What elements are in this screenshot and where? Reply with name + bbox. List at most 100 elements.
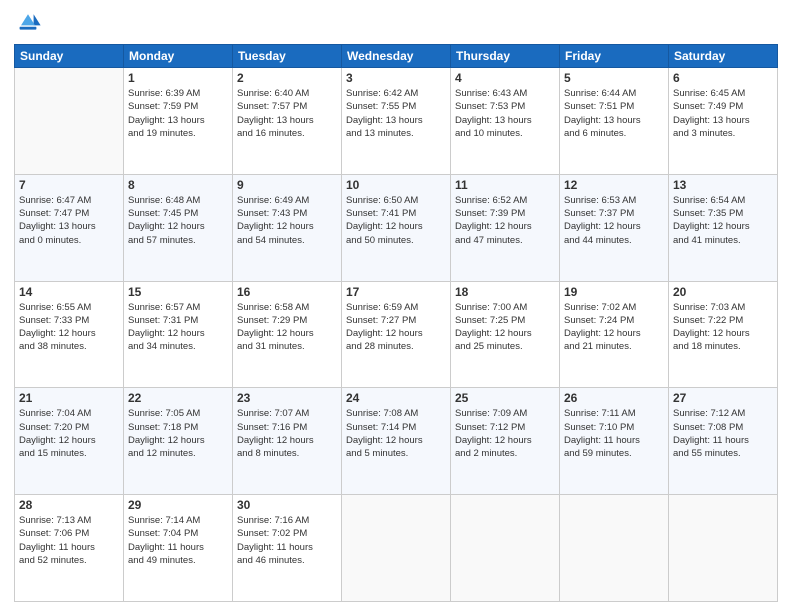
day-number: 17: [346, 285, 446, 299]
calendar-cell: 20Sunrise: 7:03 AM Sunset: 7:22 PM Dayli…: [669, 281, 778, 388]
calendar-cell: 3Sunrise: 6:42 AM Sunset: 7:55 PM Daylig…: [342, 68, 451, 175]
day-number: 5: [564, 71, 664, 85]
day-number: 15: [128, 285, 228, 299]
calendar-cell: 21 Sunrise: 7:04 AM Sunset: 7:20 PM Dayli…: [15, 388, 124, 495]
day-info: Sunrise: 6:47 AM Sunset: 7:47 PM Dayligh…: [19, 194, 119, 247]
day-number: 9: [237, 178, 337, 192]
day-number: 26: [564, 391, 664, 405]
logo-icon: [14, 10, 42, 38]
day-number: 6: [673, 71, 773, 85]
calendar-cell: [342, 495, 451, 602]
calendar-week-row: 14 Sunrise: 6:55 AM Sunset: 7:33 PM Dayli…: [15, 281, 778, 388]
weekday-header-row: SundayMondayTuesdayWednesdayThursdayFrid…: [15, 45, 778, 68]
calendar-cell: 18 Sunrise: 7:00 AM Sunset: 7:25 PM Dayli…: [451, 281, 560, 388]
day-number: 27: [673, 391, 773, 405]
calendar-table: SundayMondayTuesdayWednesdayThursdayFrid…: [14, 44, 778, 602]
calendar-week-row: 1 Sunrise: 6:39 AM Sunset: 7:59 PM Daylig…: [15, 68, 778, 175]
day-number: 12: [564, 178, 664, 192]
day-number: 18: [455, 285, 555, 299]
calendar-cell: 2 Sunrise: 6:40 AM Sunset: 7:57 PM Daylig…: [233, 68, 342, 175]
weekday-header-sunday: Sunday: [15, 45, 124, 68]
calendar-week-row: 7 Sunrise: 6:47 AM Sunset: 7:47 PM Daylig…: [15, 174, 778, 281]
calendar-cell: 13Sunrise: 6:54 AM Sunset: 7:35 PM Dayli…: [669, 174, 778, 281]
calendar-cell: 16 Sunrise: 6:58 AM Sunset: 7:29 PM Dayli…: [233, 281, 342, 388]
calendar-cell: 25 Sunrise: 7:09 AM Sunset: 7:12 PM Dayli…: [451, 388, 560, 495]
calendar-cell: 7 Sunrise: 6:47 AM Sunset: 7:47 PM Daylig…: [15, 174, 124, 281]
calendar-cell: 8 Sunrise: 6:48 AM Sunset: 7:45 PM Daylig…: [124, 174, 233, 281]
calendar-cell: [669, 495, 778, 602]
day-info: Sunrise: 6:59 AM Sunset: 7:27 PM Dayligh…: [346, 301, 446, 354]
calendar-cell: 23 Sunrise: 7:07 AM Sunset: 7:16 PM Dayli…: [233, 388, 342, 495]
day-info: Sunrise: 7:13 AM Sunset: 7:06 PM Dayligh…: [19, 514, 119, 567]
calendar-cell: 10 Sunrise: 6:50 AM Sunset: 7:41 PM Dayli…: [342, 174, 451, 281]
day-number: 24: [346, 391, 446, 405]
day-info: Sunrise: 6:54 AM Sunset: 7:35 PM Dayligh…: [673, 194, 773, 247]
calendar-cell: 24 Sunrise: 7:08 AM Sunset: 7:14 PM Dayli…: [342, 388, 451, 495]
day-number: 10: [346, 178, 446, 192]
weekday-header-thursday: Thursday: [451, 45, 560, 68]
day-number: 19: [564, 285, 664, 299]
day-number: 28: [19, 498, 119, 512]
day-info: Sunrise: 6:58 AM Sunset: 7:29 PM Dayligh…: [237, 301, 337, 354]
calendar-week-row: 21 Sunrise: 7:04 AM Sunset: 7:20 PM Dayli…: [15, 388, 778, 495]
page: SundayMondayTuesdayWednesdayThursdayFrid…: [0, 0, 792, 612]
day-info: Sunrise: 6:45 AM Sunset: 7:49 PM Dayligh…: [673, 87, 773, 140]
day-info: Sunrise: 7:16 AM Sunset: 7:02 PM Dayligh…: [237, 514, 337, 567]
day-info: Sunrise: 6:48 AM Sunset: 7:45 PM Dayligh…: [128, 194, 228, 247]
day-info: Sunrise: 6:55 AM Sunset: 7:33 PM Dayligh…: [19, 301, 119, 354]
header: [14, 10, 778, 38]
day-number: 1: [128, 71, 228, 85]
day-number: 20: [673, 285, 773, 299]
calendar-cell: 15 Sunrise: 6:57 AM Sunset: 7:31 PM Dayli…: [124, 281, 233, 388]
calendar-cell: 9 Sunrise: 6:49 AM Sunset: 7:43 PM Daylig…: [233, 174, 342, 281]
day-info: Sunrise: 6:43 AM Sunset: 7:53 PM Dayligh…: [455, 87, 555, 140]
calendar-cell: 29 Sunrise: 7:14 AM Sunset: 7:04 PM Dayli…: [124, 495, 233, 602]
day-info: Sunrise: 7:09 AM Sunset: 7:12 PM Dayligh…: [455, 407, 555, 460]
day-info: Sunrise: 7:02 AM Sunset: 7:24 PM Dayligh…: [564, 301, 664, 354]
calendar-cell: 28 Sunrise: 7:13 AM Sunset: 7:06 PM Dayli…: [15, 495, 124, 602]
day-number: 16: [237, 285, 337, 299]
day-number: 21: [19, 391, 119, 405]
day-info: Sunrise: 7:00 AM Sunset: 7:25 PM Dayligh…: [455, 301, 555, 354]
day-info: Sunrise: 6:49 AM Sunset: 7:43 PM Dayligh…: [237, 194, 337, 247]
calendar-week-row: 28 Sunrise: 7:13 AM Sunset: 7:06 PM Dayli…: [15, 495, 778, 602]
day-info: Sunrise: 6:50 AM Sunset: 7:41 PM Dayligh…: [346, 194, 446, 247]
day-info: Sunrise: 6:57 AM Sunset: 7:31 PM Dayligh…: [128, 301, 228, 354]
day-info: Sunrise: 7:04 AM Sunset: 7:20 PM Dayligh…: [19, 407, 119, 460]
day-info: Sunrise: 6:42 AM Sunset: 7:55 PM Dayligh…: [346, 87, 446, 140]
day-number: 8: [128, 178, 228, 192]
weekday-header-monday: Monday: [124, 45, 233, 68]
day-info: Sunrise: 7:08 AM Sunset: 7:14 PM Dayligh…: [346, 407, 446, 460]
day-info: Sunrise: 7:12 AM Sunset: 7:08 PM Dayligh…: [673, 407, 773, 460]
calendar-cell: 26 Sunrise: 7:11 AM Sunset: 7:10 PM Dayli…: [560, 388, 669, 495]
day-info: Sunrise: 6:39 AM Sunset: 7:59 PM Dayligh…: [128, 87, 228, 140]
day-number: 30: [237, 498, 337, 512]
calendar-cell: 17 Sunrise: 6:59 AM Sunset: 7:27 PM Dayli…: [342, 281, 451, 388]
calendar-cell: 12Sunrise: 6:53 AM Sunset: 7:37 PM Dayli…: [560, 174, 669, 281]
day-number: 23: [237, 391, 337, 405]
calendar-cell: 14 Sunrise: 6:55 AM Sunset: 7:33 PM Dayli…: [15, 281, 124, 388]
day-info: Sunrise: 7:05 AM Sunset: 7:18 PM Dayligh…: [128, 407, 228, 460]
calendar-cell: 6 Sunrise: 6:45 AM Sunset: 7:49 PM Daylig…: [669, 68, 778, 175]
day-number: 14: [19, 285, 119, 299]
calendar-cell: [15, 68, 124, 175]
weekday-header-tuesday: Tuesday: [233, 45, 342, 68]
calendar-cell: 27 Sunrise: 7:12 AM Sunset: 7:08 PM Dayli…: [669, 388, 778, 495]
calendar-cell: [560, 495, 669, 602]
day-number: 2: [237, 71, 337, 85]
day-number: 25: [455, 391, 555, 405]
calendar-cell: [451, 495, 560, 602]
day-number: 22: [128, 391, 228, 405]
calendar-cell: 19 Sunrise: 7:02 AM Sunset: 7:24 PM Dayli…: [560, 281, 669, 388]
weekday-header-friday: Friday: [560, 45, 669, 68]
day-info: Sunrise: 7:07 AM Sunset: 7:16 PM Dayligh…: [237, 407, 337, 460]
day-info: Sunrise: 7:14 AM Sunset: 7:04 PM Dayligh…: [128, 514, 228, 567]
day-number: 29: [128, 498, 228, 512]
day-info: Sunrise: 7:11 AM Sunset: 7:10 PM Dayligh…: [564, 407, 664, 460]
calendar-cell: 22 Sunrise: 7:05 AM Sunset: 7:18 PM Dayli…: [124, 388, 233, 495]
calendar-cell: 5Sunrise: 6:44 AM Sunset: 7:51 PM Daylig…: [560, 68, 669, 175]
day-number: 7: [19, 178, 119, 192]
day-info: Sunrise: 6:52 AM Sunset: 7:39 PM Dayligh…: [455, 194, 555, 247]
day-info: Sunrise: 6:40 AM Sunset: 7:57 PM Dayligh…: [237, 87, 337, 140]
calendar-cell: 11Sunrise: 6:52 AM Sunset: 7:39 PM Dayli…: [451, 174, 560, 281]
